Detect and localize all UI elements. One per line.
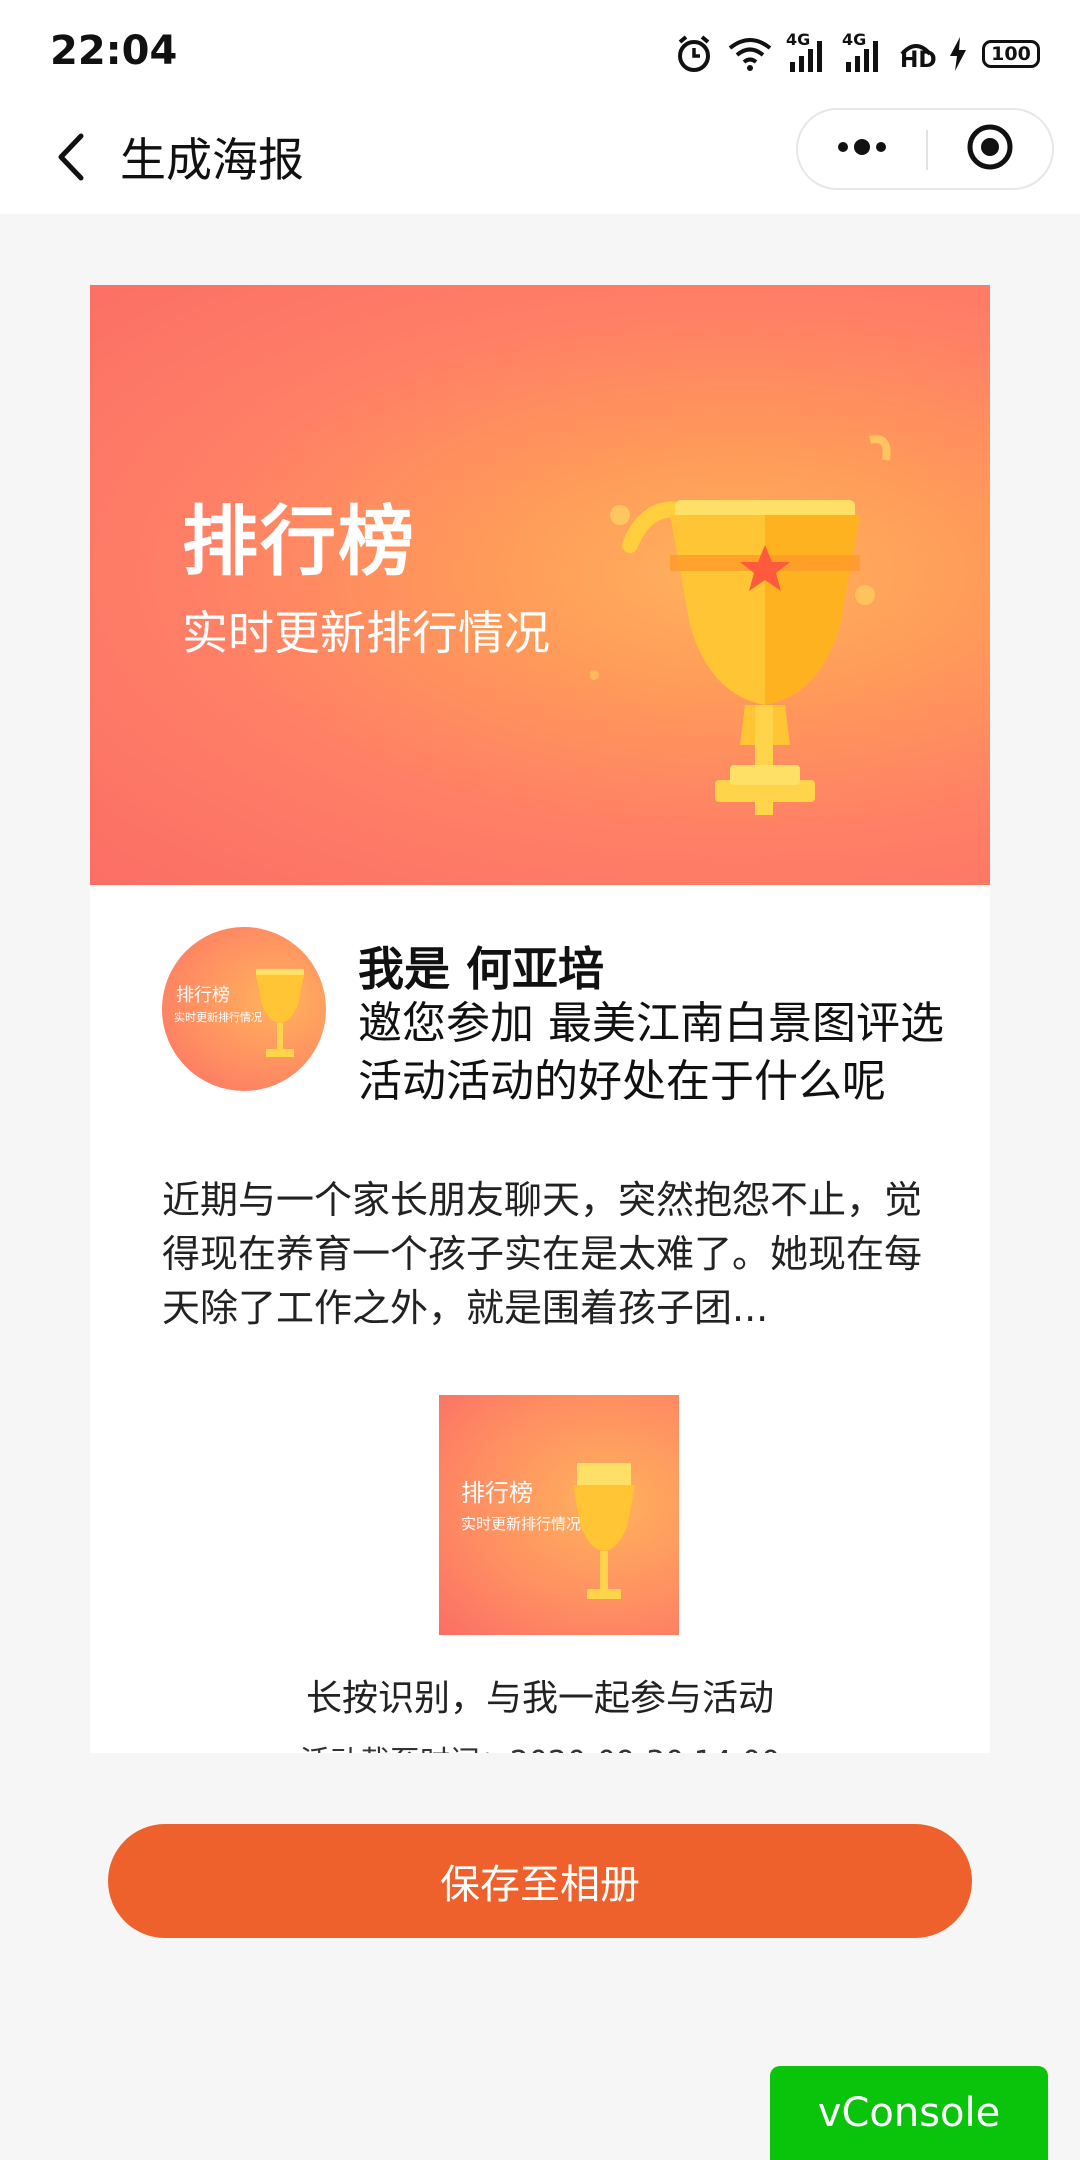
page-title: 生成海报 (120, 133, 304, 187)
close-target-icon (965, 122, 1015, 176)
back-arrow-icon (53, 132, 89, 186)
trophy-icon (573, 1463, 635, 1599)
save-to-album-button[interactable]: 保存至相册 (108, 1824, 972, 1938)
trophy-icon (590, 435, 891, 815)
long-press-hint: 长按识别，与我一起参与活动 (305, 1678, 774, 1719)
nav-bar: 生成海报 (0, 108, 1080, 214)
activity-deadline: 活动截至时间：2020-09-30 14:00 (90, 1737, 990, 1753)
battery-icon: 100 (982, 40, 1040, 68)
banner-subtitle: 实时更新排行情况 (182, 606, 550, 660)
status-icons: 4G 4G HD 100 (674, 30, 1040, 78)
vconsole-button[interactable]: vConsole (770, 2066, 1048, 2160)
poster-banner: 排行榜 实时更新排行情况 (90, 285, 990, 885)
charging-icon (948, 37, 968, 71)
status-bar: 22:04 4G 4G HD 100 (0, 0, 1080, 108)
status-time: 22:04 (50, 28, 178, 74)
signal-icon: 4G (842, 30, 884, 72)
banner-title: 排行榜 (182, 497, 416, 586)
hd-icon: HD (900, 44, 937, 73)
wifi-icon (728, 36, 772, 72)
signal-icon: 4G (786, 30, 828, 72)
close-button[interactable] (928, 110, 1052, 188)
qr-code-image[interactable]: 排行榜 实时更新排行情况 (439, 1395, 679, 1635)
mini-program-capsule (796, 108, 1054, 190)
avatar: 排行榜 实时更新排行情况 (162, 927, 326, 1091)
poster-card: 排行榜 实时更新排行情况 排行榜 实时更新排行情况 我是 何亚培 邀您参加 最美… (90, 285, 990, 1753)
trophy-icon (256, 969, 304, 1057)
alarm-icon (674, 34, 714, 74)
more-button[interactable] (798, 110, 926, 188)
back-button[interactable] (36, 124, 106, 194)
user-name: 我是 何亚培 (358, 942, 605, 996)
more-icon (835, 137, 889, 161)
activity-description: 近期与一个家长朋友聊天，突然抱怨不止，觉得现在养育一个孩子实在是太难了。她现在每… (162, 1178, 923, 1330)
invite-text: 邀您参加 最美江南白景图评选活动活动的好处在于什么呢 (358, 998, 944, 1107)
